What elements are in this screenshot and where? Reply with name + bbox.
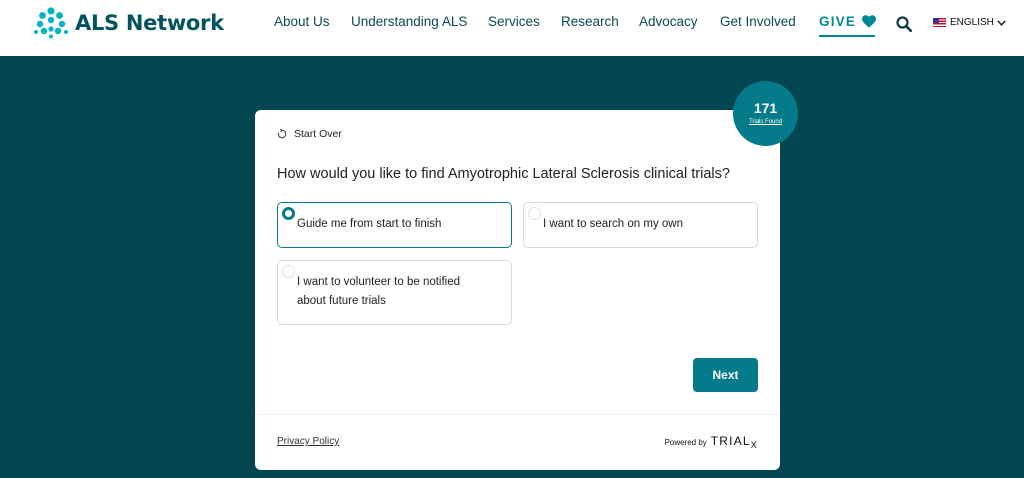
radio-button[interactable] [528, 207, 541, 220]
privacy-policy-link[interactable]: Privacy Policy [277, 436, 339, 447]
logo-text: ALS Network [75, 11, 224, 35]
nav-understanding-als[interactable]: Understanding ALS [351, 14, 467, 29]
nav-about-us[interactable]: About Us [274, 14, 330, 29]
option-volunteer[interactable]: I want to volunteer to be notified about… [277, 260, 512, 325]
trials-found-label: Trials Found [748, 119, 783, 125]
site-logo[interactable]: ALS Network [33, 6, 224, 40]
site-header: ALS Network About Us Understanding ALS S… [0, 0, 1024, 56]
question-heading: How would you like to find Amyotrophic L… [277, 166, 730, 182]
us-flag-icon [933, 18, 946, 27]
option-guide-me[interactable]: Guide me from start to finish [277, 202, 512, 248]
trials-count: 171 [753, 100, 778, 116]
option-label: I want to search on my own [543, 218, 683, 230]
als-logo-icon [34, 7, 68, 39]
radio-button[interactable] [282, 265, 295, 278]
give-label: GIVE [819, 14, 857, 29]
restart-icon [277, 129, 287, 139]
trialx-logo[interactable]: TRIALX [711, 434, 758, 450]
nav-services[interactable]: Services [488, 14, 540, 29]
language-label: ENGLISH [950, 17, 994, 28]
nav-get-involved[interactable]: Get Involved [720, 14, 796, 29]
trials-found-badge[interactable]: 171 Trials Found [733, 81, 798, 146]
radio-button[interactable] [282, 207, 295, 220]
language-selector[interactable]: ENGLISH [933, 17, 1006, 28]
start-over-label: Start Over [294, 128, 342, 140]
option-label: Guide me from start to finish [297, 218, 442, 230]
next-button[interactable]: Next [693, 358, 758, 392]
powered-by-trialx: Powered by TRIALX [665, 434, 758, 450]
give-button[interactable]: GIVE [819, 14, 877, 29]
start-over-button[interactable]: Start Over [277, 128, 342, 140]
option-search-own[interactable]: I want to search on my own [523, 202, 758, 248]
give-underline [819, 35, 875, 37]
chevron-down-icon [997, 19, 1006, 26]
option-label-line1: I want to volunteer to be notified [297, 276, 461, 288]
nav-research[interactable]: Research [561, 14, 619, 29]
option-label-line2: about future trials [297, 295, 386, 307]
powered-by-label: Powered by [664, 437, 707, 447]
card-divider [255, 414, 780, 415]
trial-finder-card: Start Over How would you like to find Am… [255, 110, 780, 470]
search-icon [896, 16, 913, 33]
search-button[interactable] [896, 16, 913, 33]
heart-icon [862, 15, 877, 28]
nav-advocacy[interactable]: Advocacy [639, 14, 698, 29]
